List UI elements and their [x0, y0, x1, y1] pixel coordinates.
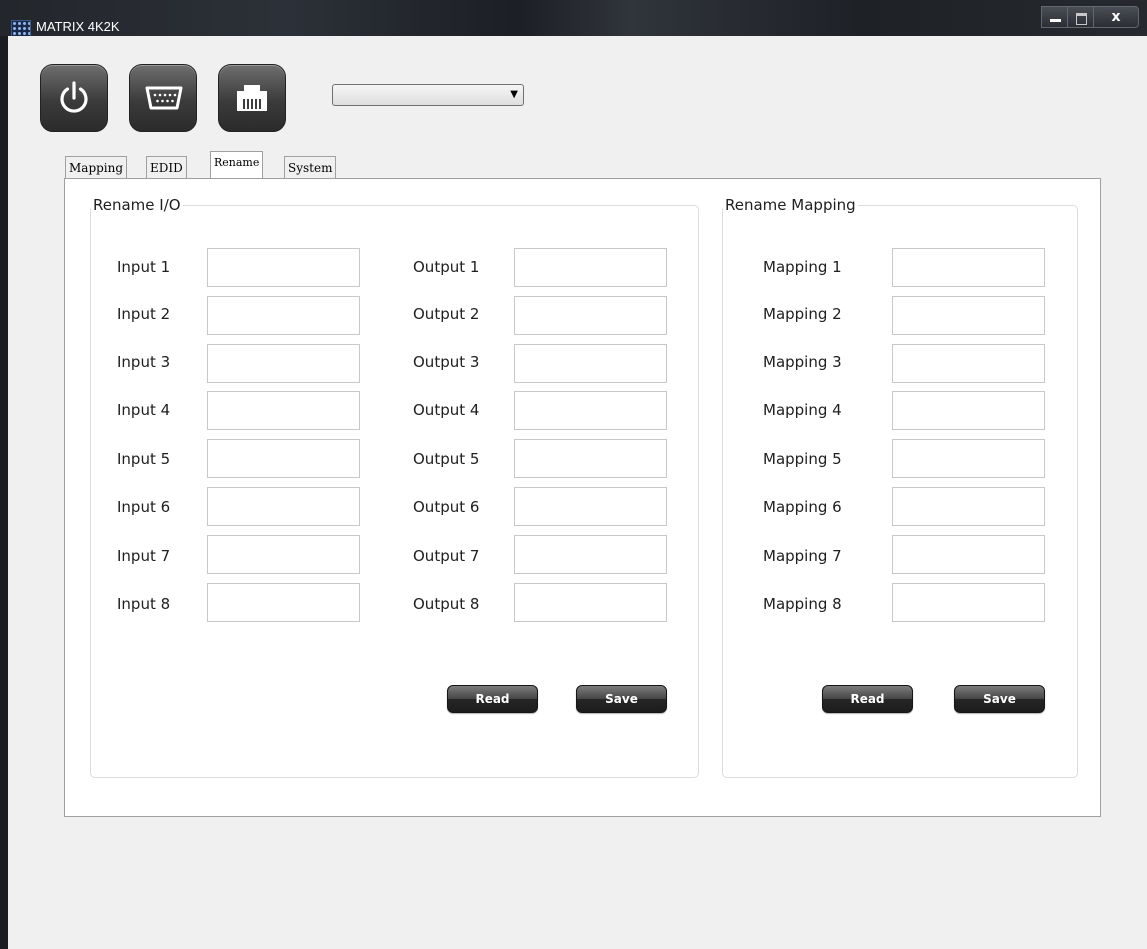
output-name-field[interactable]: [514, 391, 667, 430]
serial-port-icon: [145, 86, 183, 110]
mapping-name-field[interactable]: [892, 439, 1045, 478]
power-icon: [60, 81, 88, 113]
input-name-field[interactable]: [207, 248, 360, 287]
mapping-label: Mapping 8: [763, 595, 842, 613]
input-label: Input 3: [117, 353, 171, 371]
serial-connect-button[interactable]: [129, 64, 197, 132]
device-select[interactable]: ▼: [332, 84, 524, 106]
input-name-field[interactable]: [207, 439, 360, 478]
output-label: Output 2: [413, 305, 480, 323]
mapping-name-field[interactable]: [892, 296, 1045, 335]
output-name-field[interactable]: [514, 583, 667, 622]
input-name-field[interactable]: [207, 535, 360, 574]
input-label: Input 5: [117, 450, 171, 468]
output-label: Output 4: [413, 401, 480, 419]
output-label: Output 5: [413, 450, 480, 468]
input-name-field[interactable]: [207, 487, 360, 526]
title-bar[interactable]: MATRIX 4K2K x: [0, 0, 1147, 38]
output-name-field[interactable]: [514, 296, 667, 335]
input-label: Input 1: [117, 258, 171, 276]
mapping-name-field[interactable]: [892, 535, 1045, 574]
tab-edid[interactable]: EDID: [146, 156, 187, 178]
mapping-label: Mapping 6: [763, 498, 842, 516]
ethernet-port-icon: [237, 85, 267, 111]
input-label: Input 4: [117, 401, 171, 419]
output-name-field[interactable]: [514, 248, 667, 287]
input-label: Input 2: [117, 305, 171, 323]
output-name-field[interactable]: [514, 344, 667, 383]
input-name-field[interactable]: [207, 344, 360, 383]
output-name-field[interactable]: [514, 487, 667, 526]
client-area: ▼ Mapping EDID Rename System Rename I/O …: [8, 36, 1147, 949]
output-label: Output 1: [413, 258, 480, 276]
input-label: Input 7: [117, 547, 171, 565]
tab-system[interactable]: System: [284, 156, 337, 178]
output-label: Output 7: [413, 547, 480, 565]
mapping-read-button[interactable]: Read: [822, 685, 913, 713]
close-button[interactable]: x: [1093, 6, 1139, 28]
mapping-label: Mapping 1: [763, 258, 842, 276]
mapping-name-field[interactable]: [892, 248, 1045, 287]
mapping-label: Mapping 2: [763, 305, 842, 323]
window-title: MATRIX 4K2K: [36, 19, 120, 34]
input-name-field[interactable]: [207, 391, 360, 430]
io-read-button[interactable]: Read: [447, 685, 538, 713]
io-save-button[interactable]: Save: [576, 685, 667, 713]
input-name-field[interactable]: [207, 583, 360, 622]
mapping-name-field[interactable]: [892, 344, 1045, 383]
output-label: Output 3: [413, 353, 480, 371]
rename-io-title: Rename I/O: [91, 196, 183, 214]
chevron-down-icon: ▼: [510, 89, 518, 100]
mapping-label: Mapping 4: [763, 401, 842, 419]
mapping-label: Mapping 3: [763, 353, 842, 371]
tab-mapping[interactable]: Mapping: [65, 156, 128, 178]
window-controls: x: [1041, 6, 1139, 28]
mapping-name-field[interactable]: [892, 583, 1045, 622]
output-label: Output 8: [413, 595, 480, 613]
output-name-field[interactable]: [514, 535, 667, 574]
mapping-name-field[interactable]: [892, 487, 1045, 526]
tab-rename[interactable]: Rename: [210, 151, 264, 178]
output-label: Output 6: [413, 498, 480, 516]
input-name-field[interactable]: [207, 296, 360, 335]
rename-mapping-title: Rename Mapping: [723, 196, 858, 214]
input-label: Input 6: [117, 498, 171, 516]
mapping-label: Mapping 5: [763, 450, 842, 468]
maximize-button[interactable]: [1067, 6, 1093, 28]
minimize-button[interactable]: [1041, 6, 1067, 28]
mapping-save-button[interactable]: Save: [954, 685, 1045, 713]
mapping-label: Mapping 7: [763, 547, 842, 565]
network-connect-button[interactable]: [218, 64, 286, 132]
input-label: Input 8: [117, 595, 171, 613]
output-name-field[interactable]: [514, 439, 667, 478]
power-button[interactable]: [40, 64, 108, 132]
mapping-name-field[interactable]: [892, 391, 1045, 430]
